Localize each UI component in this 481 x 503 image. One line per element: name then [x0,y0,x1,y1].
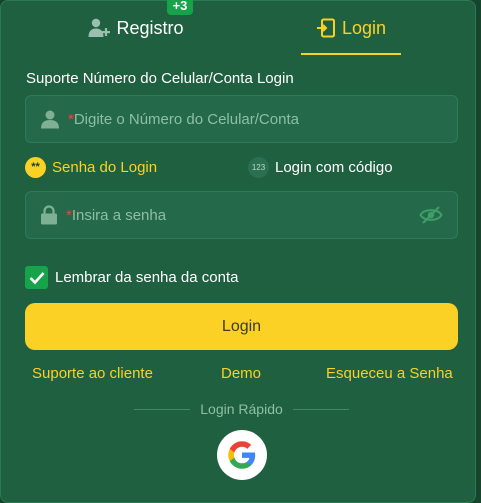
login-mode-password[interactable]: ** Senha do Login [25,155,157,179]
remember-label: Lembrar da senha da conta [55,269,239,286]
active-tab-underline [301,53,401,55]
login-door-icon [316,18,335,38]
remember-checkbox[interactable] [25,266,48,289]
demo-link[interactable]: Demo [221,365,261,382]
tab-register-label: Registro [116,17,184,38]
support-link[interactable]: Suporte ao cliente [32,365,153,382]
password-mode-icon: ** [25,156,46,178]
login-panel: Registro +3 Login Suporte Número do Celu… [0,0,476,503]
tab-login-label: Login [341,17,387,38]
forgot-password-link[interactable]: Esqueceu a Senha [326,365,453,382]
user-add-icon [88,18,111,37]
user-icon [41,110,59,129]
google-login-button[interactable] [217,430,267,480]
account-field-label: Suporte Número do Celular/Conta Login [26,70,294,87]
password-placeholder-text: Insira a senha [71,206,167,224]
password-placeholder: *Insira a senha [66,207,166,224]
register-bonus-badge: +3 [167,0,193,15]
login-mode-code-label: Login com código [275,158,393,176]
tab-register[interactable]: Registro +3 [61,0,211,55]
login-button[interactable]: Login [25,303,458,350]
login-mode-password-label: Senha do Login [52,158,158,176]
quick-login-label: Login Rápido [200,401,283,417]
phone-placeholder: *Digite o Número do Celular/Conta [68,111,299,128]
phone-placeholder-text: Digite o Número do Celular/Conta [73,110,299,128]
lock-icon [41,205,57,225]
quick-login-divider: Login Rápido [134,400,350,418]
auth-tabs: Registro +3 Login [1,0,477,55]
divider-line [134,408,191,410]
remember-password-toggle[interactable]: Lembrar da senha da conta [25,266,238,289]
login-mode-code[interactable]: 123 Login com código [248,155,393,179]
divider-line [292,408,350,410]
checkmark-icon [29,271,44,284]
password-input[interactable]: *Insira a senha [25,191,458,239]
google-icon [228,441,256,469]
phone-account-input[interactable]: *Digite o Número do Celular/Conta [25,95,458,143]
code-mode-icon: 123 [248,156,269,178]
tab-login[interactable]: Login [301,1,401,55]
eye-off-icon[interactable] [419,205,443,225]
